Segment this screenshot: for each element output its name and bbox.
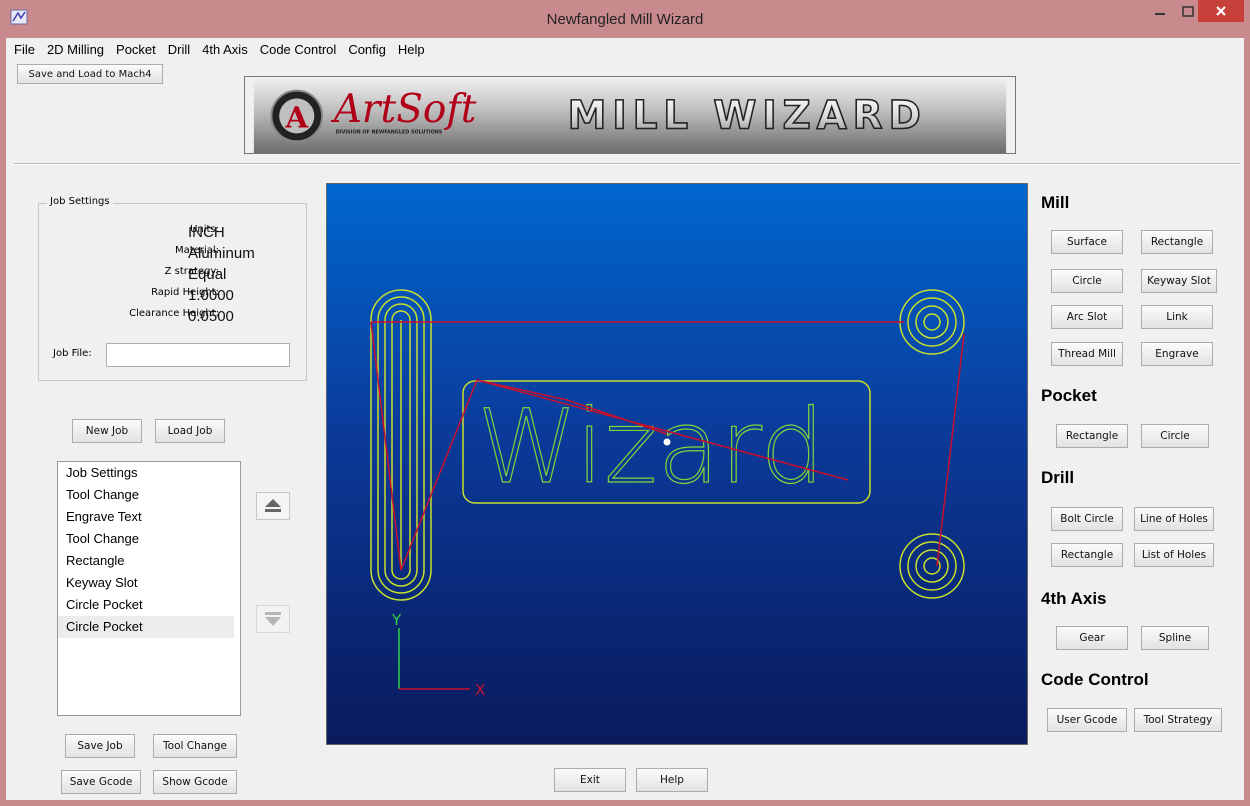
mill-wizard-banner: A ArtSoft DIVISION OF NEWFANGLED SOLUTIO… — [244, 76, 1016, 154]
rapid-height-value: 1.0000 — [188, 287, 234, 304]
save-job-button[interactable]: Save Job — [65, 734, 135, 758]
show-gcode-button[interactable]: Show Gcode — [153, 770, 237, 794]
move-up-button[interactable] — [256, 492, 290, 520]
toolpath-canvas: Wizard X Y — [370, 289, 965, 699]
drill-list-of-holes-button[interactable]: List of Holes — [1134, 543, 1214, 567]
4th-axis-spline-button[interactable]: Spline — [1141, 626, 1209, 650]
close-icon — [1216, 6, 1226, 16]
list-item[interactable]: Tool Change — [58, 528, 234, 550]
arrow-down-icon — [265, 612, 281, 626]
arrow-up-icon — [265, 499, 281, 512]
svg-text:A: A — [284, 101, 308, 135]
4th-axis-gear-button[interactable]: Gear — [1056, 626, 1128, 650]
mill-engrave-button[interactable]: Engrave — [1141, 342, 1213, 366]
window-title: Newfangled Mill Wizard — [546, 11, 704, 28]
menu-code-control[interactable]: Code Control — [254, 42, 343, 57]
list-item[interactable]: Job Settings — [58, 462, 234, 484]
mill-rectangle-button[interactable]: Rectangle — [1141, 230, 1213, 254]
code-control-section-title: Code Control — [1041, 670, 1149, 689]
z-strategy-value: Equal — [188, 266, 227, 283]
mill-arc-slot-button[interactable]: Arc Slot — [1051, 305, 1123, 329]
mill-surface-button[interactable]: Surface — [1051, 230, 1123, 254]
mill-thread-mill-button[interactable]: Thread Mill — [1051, 342, 1123, 366]
drill-rectangle-button[interactable]: Rectangle — [1051, 543, 1123, 567]
drill-line-of-holes-button[interactable]: Line of Holes — [1134, 507, 1214, 531]
menu-file[interactable]: File — [6, 42, 41, 57]
job-file-input[interactable] — [106, 343, 290, 367]
user-gcode-button[interactable]: User Gcode — [1047, 708, 1127, 732]
product-title: MILL WIZARD — [568, 94, 927, 139]
brand-logo-text: ArtSoft — [331, 87, 477, 132]
pocket-spiral-bottom — [899, 533, 965, 599]
menu-help[interactable]: Help — [392, 42, 431, 57]
mill-link-button[interactable]: Link — [1141, 305, 1213, 329]
mill-circle-button[interactable]: Circle — [1051, 269, 1123, 293]
tool-position-marker — [663, 438, 671, 446]
menu-pocket[interactable]: Pocket — [110, 42, 162, 57]
list-item[interactable]: Tool Change — [58, 484, 234, 506]
menu-bar: File 2D Milling Pocket Drill 4th Axis Co… — [6, 38, 1244, 60]
list-item[interactable]: Rectangle — [58, 550, 234, 572]
pocket-section-title: Pocket — [1041, 386, 1097, 405]
load-job-button[interactable]: Load Job — [155, 419, 225, 443]
exit-button[interactable]: Exit — [554, 768, 626, 792]
pocket-spiral-top — [899, 289, 965, 355]
mill-section-title: Mill — [1041, 193, 1070, 212]
tool-strategy-button[interactable]: Tool Strategy — [1134, 708, 1222, 732]
axis-indicator: X Y — [391, 611, 485, 699]
save-load-mach4-button[interactable]: Save and Load to Mach4 — [17, 64, 163, 84]
save-gcode-button[interactable]: Save Gcode — [61, 770, 141, 794]
list-item-selected[interactable]: Circle Pocket — [58, 616, 234, 638]
engrave-text-path: Wizard — [477, 388, 825, 507]
menu-drill[interactable]: Drill — [162, 42, 196, 57]
new-job-button[interactable]: New Job — [72, 419, 142, 443]
drill-section-title: Drill — [1041, 468, 1075, 487]
menu-4th-axis[interactable]: 4th Axis — [196, 42, 254, 57]
move-down-button[interactable] — [256, 605, 290, 633]
4th-axis-section-title: 4th Axis — [1041, 589, 1107, 608]
units-value: INCH — [188, 224, 225, 241]
material-value: Aluminum — [188, 245, 255, 262]
clearance-height-value: 0.0500 — [188, 308, 234, 325]
mill-keyway-slot-button[interactable]: Keyway Slot — [1141, 269, 1217, 293]
maximize-icon — [1182, 5, 1194, 17]
tool-change-button[interactable]: Tool Change — [153, 734, 237, 758]
pocket-rectangle-button[interactable]: Rectangle — [1056, 424, 1128, 448]
menu-2d-milling[interactable]: 2D Milling — [41, 42, 110, 57]
close-button[interactable] — [1198, 0, 1244, 22]
list-item[interactable]: Keyway Slot — [58, 572, 234, 594]
pocket-circle-button[interactable]: Circle — [1141, 424, 1209, 448]
menu-config[interactable]: Config — [342, 42, 392, 57]
help-button[interactable]: Help — [636, 768, 708, 792]
title-bar: Newfangled Mill Wizard — [0, 0, 1250, 38]
job-settings-legend: Job Settings — [47, 196, 113, 207]
job-list[interactable]: Job Settings Tool Change Engrave Text To… — [57, 461, 241, 716]
minimize-icon — [1155, 13, 1165, 15]
toolpath-viewport[interactable]: Wizard X Y — [326, 183, 1028, 745]
minimize-button[interactable] — [1146, 0, 1174, 22]
job-file-label: Job File: — [53, 348, 92, 359]
axis-y-label: Y — [391, 611, 402, 629]
axis-x-label: X — [475, 681, 485, 699]
list-item[interactable]: Engrave Text — [58, 506, 234, 528]
header-divider — [14, 163, 1240, 165]
list-item[interactable]: Circle Pocket — [58, 594, 234, 616]
job-settings-group: Job Settings Units: INCH Material: Aluminu… — [38, 196, 307, 381]
brand-tagline: DIVISION OF NEWFANGLED SOLUTIONS — [336, 130, 443, 136]
drill-bolt-circle-button[interactable]: Bolt Circle — [1051, 507, 1123, 531]
